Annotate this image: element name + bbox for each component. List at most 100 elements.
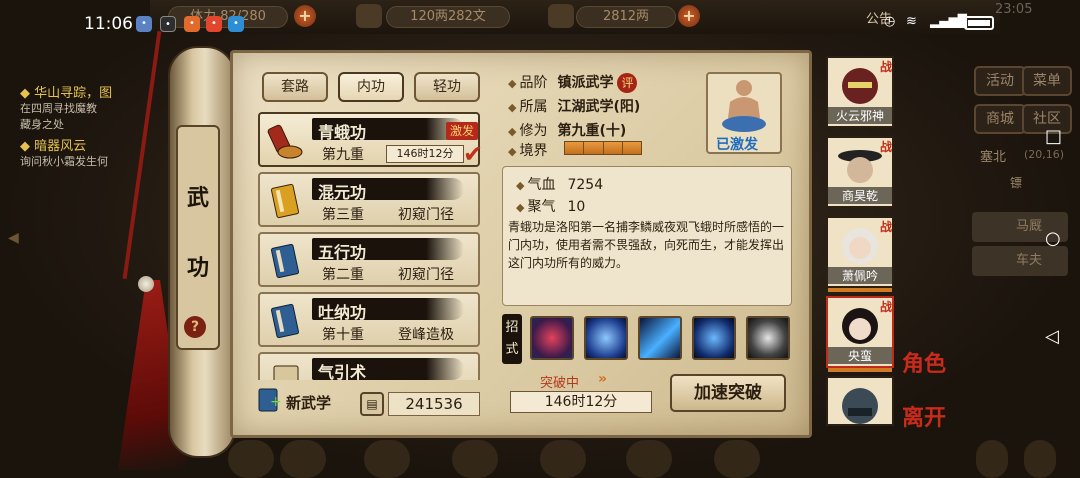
shop-button[interactable]: 商城 [974,104,1026,134]
svg-text:+: + [270,394,282,410]
battery-icon [964,16,994,30]
escort-mode: 镖 [1010,176,1023,190]
dock-item[interactable] [1024,440,1056,478]
grade-row: ◆ 品阶 镇派武学评 [508,72,638,93]
character-name: 火云邪神 [828,107,892,124]
character-name: 央蛮 [828,347,892,364]
rate-badge[interactable]: 评 [617,73,638,93]
cultivation-row: ◆ 修为 第九重(十) [508,123,627,139]
skill-card[interactable]: 青蛾功 激发 第九重 146时12分 ✔ [258,112,484,168]
realm-label: 境界 [519,143,548,159]
character-card[interactable] [826,376,894,426]
new-martial-label: 新武学 [286,394,332,412]
grade-value: 镇派武学 [557,75,614,91]
quest-desc: 询问秋小霜发生何 [20,155,108,168]
scroll-bundle-icon [267,124,303,159]
flame-skill-icon[interactable] [692,316,736,360]
app-icon: • [206,16,222,32]
smoke-skill-icon[interactable] [746,316,790,360]
driver-button[interactable]: 车夫 [972,246,1068,276]
qi-row: ◆ 聚气 10 [516,199,586,215]
blue-book-icon [270,243,300,279]
dark-hair-avatar [842,308,878,344]
collapse-left-icon[interactable]: ◀ [8,230,19,246]
dock-item[interactable] [714,440,760,478]
rose-skill-icon[interactable] [530,316,574,360]
skill-stage: 初窥门径 [398,267,454,283]
belong-row: ◆ 所属 江湖武学(阳) [508,99,641,115]
belong-value: 江湖武学(阳) [557,99,641,115]
character-name: 萧佩吟 [828,267,892,284]
character-name: 商昊乾 [828,187,892,204]
skill-name: 青蛾功 [318,123,367,142]
menu-button[interactable]: 菜单 [1022,66,1072,96]
realm-row: ◆ 境界 [508,143,548,159]
recent-apps-icon[interactable]: □ [1045,126,1062,147]
meditating-monk-icon [722,80,766,132]
blue-book-icon [270,303,300,339]
tab-moves[interactable]: 套路 [262,72,328,102]
skill-name: 混元功 [318,183,367,202]
battle-badge: 战 [879,220,892,234]
money-icon [356,4,382,28]
dock-item[interactable] [228,440,274,478]
slash-skill-icon[interactable] [638,316,682,360]
character-hp-bar [828,368,892,372]
signal-icon: ▂▄▆█ [930,14,967,28]
speed-up-button[interactable]: 加速突破 [670,374,786,412]
dock-item[interactable] [280,440,326,478]
masked-warrior-avatar [842,68,878,104]
scroll-title-char: 功 [186,255,209,281]
skill-card[interactable]: 五行功 第二重 初窥门径 [258,232,480,287]
skill-card[interactable]: 吐纳功 第十重 登峰造极 [258,292,480,347]
app-icon: • [184,16,200,32]
back-icon[interactable]: ◁ [1045,326,1059,347]
activity-button[interactable]: 活动 [974,66,1026,96]
dock-item[interactable] [452,440,498,478]
masked-ninja-avatar [842,388,878,424]
battle-badge: 战 [879,300,892,314]
crystal-skill-icon[interactable] [584,316,628,360]
skill-list[interactable]: 青蛾功 激发 第九重 146时12分 ✔ 混元功 第三重 初窥门径 五行功 第二… [254,108,486,380]
check-icon: ✔ [463,140,484,168]
skill-stage: 登峰造极 [398,327,454,343]
character-card[interactable]: 战 商昊乾 [826,136,894,208]
character-card[interactable]: 战 萧佩吟 [826,216,894,292]
battle-badge: 战 [879,60,892,74]
location-coords: (20,16) [1024,148,1065,161]
status-time: 11:06 [84,14,133,34]
moves-label: 招式 [502,314,522,364]
skill-level: 第二重 [322,267,364,283]
skill-timer: 146时12分 [386,145,464,163]
activated-status: 已激发 [716,137,758,153]
skill-description: 青蛾功是洛阳第一名捕李鳞威夜观飞蛾时所感悟的一门内功，使用者需不畏强敌，向死而生… [508,220,785,270]
character-card[interactable]: 战 火云邪神 [826,56,894,128]
wifi-icon: ≋ [906,14,917,29]
leave-button[interactable]: 离开 [902,400,946,432]
new-martial-button[interactable]: + 新武学 [256,386,331,418]
location-name: 塞北 [980,150,1007,165]
role-tab[interactable]: 角色 [902,346,946,378]
grade-label: 品阶 [519,75,548,91]
app-icon: • [136,16,152,32]
scroll-title-char: 武 [186,185,209,211]
dock-item[interactable] [540,440,586,478]
dock-item[interactable] [976,440,1008,478]
skill-level: 第十重 [322,327,364,343]
tab-lightness[interactable]: 轻功 [414,72,480,102]
dock-item[interactable] [364,440,410,478]
quest-title[interactable]: ◆ 暗器风云 [20,135,170,154]
hp-label: 气血 [527,177,556,193]
add-gold-button[interactable]: + [678,5,700,27]
character-card[interactable]: 战 央蛮 [826,296,894,372]
add-stamina-button[interactable]: + [294,5,316,27]
martial-points: 241536 [388,392,480,416]
help-button[interactable]: ? [184,316,206,338]
dock-item[interactable] [626,440,672,478]
breakthrough-timer: 146时12分 [510,391,652,413]
home-icon[interactable]: ○ [1045,228,1061,249]
tab-inner-skill[interactable]: 内功 [338,72,404,102]
skill-card[interactable]: 混元功 第三重 初窥门径 [258,172,480,227]
skill-card[interactable]: 气引术 [258,352,480,380]
tassel-bead [138,276,154,292]
